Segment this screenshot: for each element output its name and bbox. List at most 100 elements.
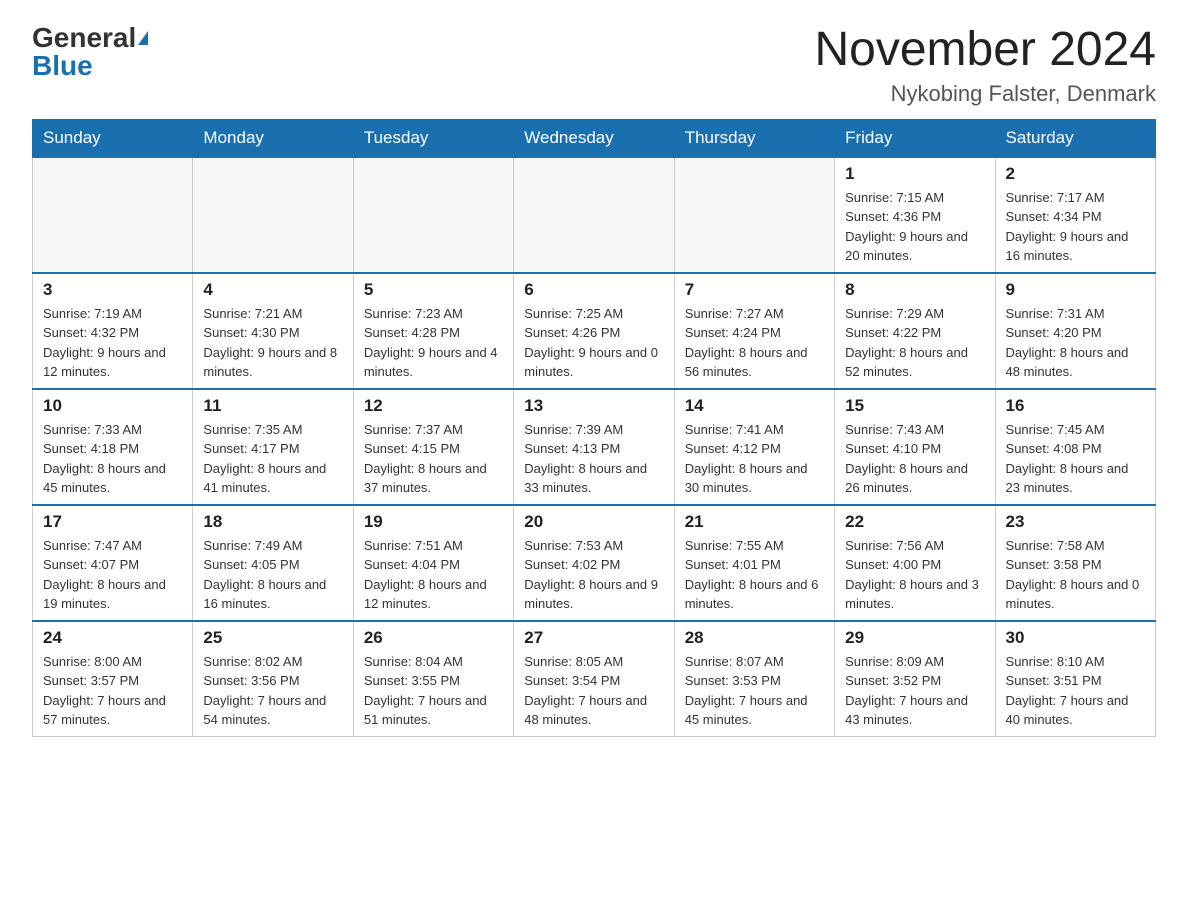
day-info: Sunrise: 7:25 AMSunset: 4:26 PMDaylight:… [524, 304, 663, 382]
day-number: 18 [203, 512, 342, 532]
calendar-cell: 16 Sunrise: 7:45 AMSunset: 4:08 PMDayligh… [995, 389, 1155, 505]
calendar-cell: 29 Sunrise: 8:09 AMSunset: 3:52 PMDayligh… [835, 621, 995, 737]
day-number: 2 [1006, 164, 1145, 184]
day-number: 24 [43, 628, 182, 648]
calendar-cell [193, 157, 353, 273]
week-row-1: 1 Sunrise: 7:15 AMSunset: 4:36 PMDaylight… [33, 157, 1156, 273]
logo: General Blue [32, 24, 148, 80]
day-number: 1 [845, 164, 984, 184]
day-number: 5 [364, 280, 503, 300]
calendar-cell: 15 Sunrise: 7:43 AMSunset: 4:10 PMDayligh… [835, 389, 995, 505]
day-number: 16 [1006, 396, 1145, 416]
calendar-cell: 21 Sunrise: 7:55 AMSunset: 4:01 PMDayligh… [674, 505, 834, 621]
calendar-cell: 23 Sunrise: 7:58 AMSunset: 3:58 PMDayligh… [995, 505, 1155, 621]
day-info: Sunrise: 7:37 AMSunset: 4:15 PMDaylight:… [364, 420, 503, 498]
day-info: Sunrise: 8:09 AMSunset: 3:52 PMDaylight:… [845, 652, 984, 730]
day-info: Sunrise: 7:55 AMSunset: 4:01 PMDaylight:… [685, 536, 824, 614]
day-number: 3 [43, 280, 182, 300]
calendar-table: SundayMondayTuesdayWednesdayThursdayFrid… [32, 119, 1156, 737]
day-info: Sunrise: 7:39 AMSunset: 4:13 PMDaylight:… [524, 420, 663, 498]
day-info: Sunrise: 7:49 AMSunset: 4:05 PMDaylight:… [203, 536, 342, 614]
calendar-cell: 14 Sunrise: 7:41 AMSunset: 4:12 PMDayligh… [674, 389, 834, 505]
day-info: Sunrise: 8:05 AMSunset: 3:54 PMDaylight:… [524, 652, 663, 730]
calendar-cell: 20Sunrise: 7:53 AMSunset: 4:02 PMDayligh… [514, 505, 674, 621]
calendar-cell [514, 157, 674, 273]
logo-blue-text: Blue [32, 52, 93, 80]
calendar-cell: 30 Sunrise: 8:10 AMSunset: 3:51 PMDayligh… [995, 621, 1155, 737]
calendar-cell: 4 Sunrise: 7:21 AMSunset: 4:30 PMDaylight… [193, 273, 353, 389]
day-info: Sunrise: 8:00 AMSunset: 3:57 PMDaylight:… [43, 652, 182, 730]
day-info: Sunrise: 7:56 AMSunset: 4:00 PMDaylight:… [845, 536, 984, 614]
calendar-cell [353, 157, 513, 273]
day-info: Sunrise: 8:10 AMSunset: 3:51 PMDaylight:… [1006, 652, 1145, 730]
day-number: 15 [845, 396, 984, 416]
day-number: 30 [1006, 628, 1145, 648]
location-subtitle: Nykobing Falster, Denmark [814, 81, 1156, 107]
day-number: 4 [203, 280, 342, 300]
day-number: 9 [1006, 280, 1145, 300]
logo-general-text: General [32, 24, 136, 52]
day-info: Sunrise: 7:47 AMSunset: 4:07 PMDaylight:… [43, 536, 182, 614]
day-info: Sunrise: 7:15 AMSunset: 4:36 PMDaylight:… [845, 188, 984, 266]
day-number: 11 [203, 396, 342, 416]
day-info: Sunrise: 7:27 AMSunset: 4:24 PMDaylight:… [685, 304, 824, 382]
calendar-cell: 1 Sunrise: 7:15 AMSunset: 4:36 PMDaylight… [835, 157, 995, 273]
day-info: Sunrise: 7:43 AMSunset: 4:10 PMDaylight:… [845, 420, 984, 498]
day-number: 12 [364, 396, 503, 416]
calendar-cell: 27 Sunrise: 8:05 AMSunset: 3:54 PMDayligh… [514, 621, 674, 737]
calendar-cell: 13Sunrise: 7:39 AMSunset: 4:13 PMDayligh… [514, 389, 674, 505]
calendar-cell: 9 Sunrise: 7:31 AMSunset: 4:20 PMDaylight… [995, 273, 1155, 389]
weekday-header-tuesday: Tuesday [353, 119, 513, 157]
day-info: Sunrise: 8:04 AMSunset: 3:55 PMDaylight:… [364, 652, 503, 730]
day-info: Sunrise: 7:21 AMSunset: 4:30 PMDaylight:… [203, 304, 342, 382]
day-number: 14 [685, 396, 824, 416]
weekday-header-row: SundayMondayTuesdayWednesdayThursdayFrid… [33, 119, 1156, 157]
day-info: Sunrise: 7:53 AMSunset: 4:02 PMDaylight:… [524, 536, 663, 614]
day-info: Sunrise: 7:19 AMSunset: 4:32 PMDaylight:… [43, 304, 182, 382]
calendar-cell: 8 Sunrise: 7:29 AMSunset: 4:22 PMDaylight… [835, 273, 995, 389]
calendar-cell: 26 Sunrise: 8:04 AMSunset: 3:55 PMDayligh… [353, 621, 513, 737]
week-row-5: 24 Sunrise: 8:00 AMSunset: 3:57 PMDayligh… [33, 621, 1156, 737]
week-row-2: 3 Sunrise: 7:19 AMSunset: 4:32 PMDaylight… [33, 273, 1156, 389]
day-number: 28 [685, 628, 824, 648]
calendar-cell: 3 Sunrise: 7:19 AMSunset: 4:32 PMDaylight… [33, 273, 193, 389]
day-info: Sunrise: 8:07 AMSunset: 3:53 PMDaylight:… [685, 652, 824, 730]
calendar-cell: 24 Sunrise: 8:00 AMSunset: 3:57 PMDayligh… [33, 621, 193, 737]
calendar-cell: 28 Sunrise: 8:07 AMSunset: 3:53 PMDayligh… [674, 621, 834, 737]
day-info: Sunrise: 7:51 AMSunset: 4:04 PMDaylight:… [364, 536, 503, 614]
logo-triangle-icon [138, 31, 148, 45]
page-header: General Blue November 2024 Nykobing Fals… [0, 0, 1188, 119]
calendar-cell: 2 Sunrise: 7:17 AMSunset: 4:34 PMDaylight… [995, 157, 1155, 273]
day-info: Sunrise: 7:33 AMSunset: 4:18 PMDaylight:… [43, 420, 182, 498]
day-number: 21 [685, 512, 824, 532]
calendar-cell: 19 Sunrise: 7:51 AMSunset: 4:04 PMDayligh… [353, 505, 513, 621]
day-info: Sunrise: 7:23 AMSunset: 4:28 PMDaylight:… [364, 304, 503, 382]
weekday-header-friday: Friday [835, 119, 995, 157]
day-info: Sunrise: 7:45 AMSunset: 4:08 PMDaylight:… [1006, 420, 1145, 498]
day-number: 29 [845, 628, 984, 648]
day-number: 8 [845, 280, 984, 300]
day-number: 17 [43, 512, 182, 532]
day-number: 10 [43, 396, 182, 416]
day-number: 23 [1006, 512, 1145, 532]
weekday-header-wednesday: Wednesday [514, 119, 674, 157]
day-info: Sunrise: 7:41 AMSunset: 4:12 PMDaylight:… [685, 420, 824, 498]
weekday-header-sunday: Sunday [33, 119, 193, 157]
day-number: 26 [364, 628, 503, 648]
calendar-cell [674, 157, 834, 273]
calendar-cell: 11Sunrise: 7:35 AMSunset: 4:17 PMDayligh… [193, 389, 353, 505]
calendar-cell: 6Sunrise: 7:25 AMSunset: 4:26 PMDaylight… [514, 273, 674, 389]
calendar-cell: 22Sunrise: 7:56 AMSunset: 4:00 PMDayligh… [835, 505, 995, 621]
day-number: 27 [524, 628, 663, 648]
week-row-3: 10 Sunrise: 7:33 AMSunset: 4:18 PMDayligh… [33, 389, 1156, 505]
day-info: Sunrise: 7:31 AMSunset: 4:20 PMDaylight:… [1006, 304, 1145, 382]
day-info: Sunrise: 7:29 AMSunset: 4:22 PMDaylight:… [845, 304, 984, 382]
day-info: Sunrise: 7:17 AMSunset: 4:34 PMDaylight:… [1006, 188, 1145, 266]
calendar-cell: 17 Sunrise: 7:47 AMSunset: 4:07 PMDayligh… [33, 505, 193, 621]
day-info: Sunrise: 7:58 AMSunset: 3:58 PMDaylight:… [1006, 536, 1145, 614]
calendar-cell: 25Sunrise: 8:02 AMSunset: 3:56 PMDayligh… [193, 621, 353, 737]
day-number: 25 [203, 628, 342, 648]
calendar-cell: 7Sunrise: 7:27 AMSunset: 4:24 PMDaylight… [674, 273, 834, 389]
calendar-cell: 5 Sunrise: 7:23 AMSunset: 4:28 PMDaylight… [353, 273, 513, 389]
day-number: 19 [364, 512, 503, 532]
